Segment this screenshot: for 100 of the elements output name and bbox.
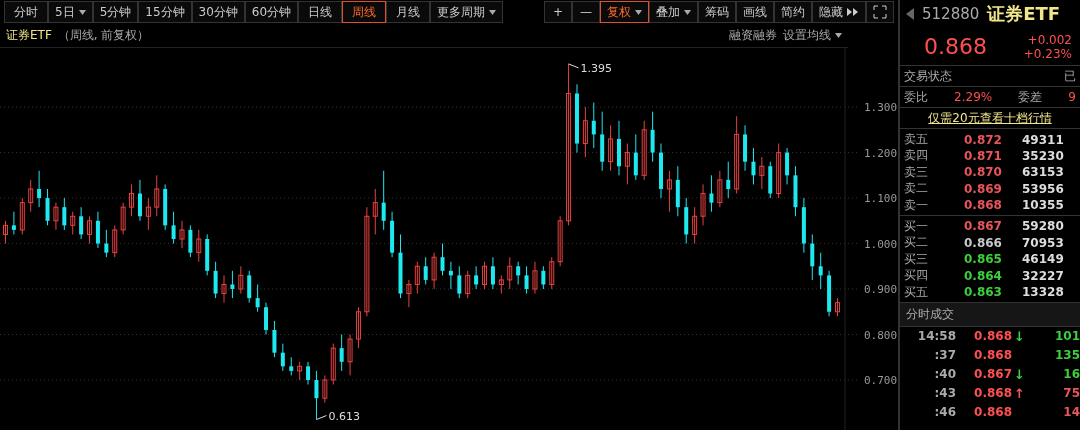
toolbar-button[interactable]: 复权 [600,1,649,23]
hide-button[interactable]: 隐藏 [812,1,866,23]
candle [238,265,244,295]
candle [306,361,311,385]
extreme-label: 1.395 [580,61,613,75]
candle [785,147,790,185]
period-tab[interactable]: 周线 [342,1,387,23]
ratio-label: 委比 [904,88,928,106]
candle [381,170,386,231]
status-label: 交易状态 [904,67,952,85]
candle [448,261,453,290]
trend-arrow: ↓ [1014,366,1024,382]
period-tab[interactable]: 更多周期 [430,1,504,23]
order-price: 0.865 [964,252,1003,267]
toolbar-button[interactable]: 叠加 [649,1,698,23]
level-label: 卖四 [904,147,929,165]
order-price: 0.868 [964,198,1003,213]
period-tab[interactable]: 分时 [4,1,48,23]
candle [53,202,59,231]
level-label: 买三 [904,250,929,268]
axis-label: 0.900 [864,283,898,296]
leader-line [315,415,327,421]
order-price: 0.863 [964,285,1003,299]
security-name: 证券ETF [6,27,52,44]
candle [666,170,672,213]
candle [95,211,100,249]
candle [641,120,647,181]
candle [230,270,235,299]
caret-icon [489,9,497,15]
candle [3,220,8,245]
candle [743,124,748,172]
trade-price: 0.868 [974,329,1012,344]
trade-volume: 16 [1062,367,1080,382]
toolbar-button[interactable]: 简约 [774,1,812,23]
back-arrow-icon[interactable] [906,8,914,20]
level-label: 卖五 [904,131,929,148]
period-tab[interactable]: 60分钟 [244,1,299,23]
level-label: 卖三 [904,163,929,181]
candle [79,206,84,240]
candle [297,361,303,381]
order-price: 0.866 [964,235,1003,250]
candle [507,256,513,290]
ratio-value: 2.29% [954,90,993,104]
candle [818,252,823,290]
fullscreen-button[interactable] [866,1,894,23]
candle [608,124,614,172]
order-volume: 32227 [1022,268,1065,283]
candle [709,174,714,213]
period-tab[interactable]: 月线 [386,1,431,23]
status-value: 已 [1064,67,1076,85]
candle [11,211,16,235]
candle [759,156,765,190]
candle [827,270,832,317]
candle [314,370,319,421]
last-price: 0.868 [924,34,987,59]
candle [726,161,731,199]
level-label: 买五 [904,283,929,301]
caret-icon [635,9,642,15]
price-change: +0.002 [1027,32,1072,47]
period-tab[interactable]: 日线 [298,1,343,23]
trend-arrow: ↓ [1014,328,1024,344]
order-volume: 59280 [1022,219,1065,234]
candle [330,343,336,385]
toolbar-button[interactable]: — [572,1,600,23]
candle [600,111,605,172]
candle [591,102,596,149]
candle [692,206,698,245]
toolbar-button[interactable]: + [544,1,572,23]
order-volume: 10355 [1022,198,1065,213]
candle [179,220,185,249]
axis-label: 0.800 [864,328,898,342]
toolbar-button[interactable]: 筹码 [698,1,736,23]
period-tab[interactable]: 5分钟 [92,1,139,23]
period-tab[interactable]: 15分钟 [138,1,192,23]
candle [247,270,252,304]
candle [498,274,504,295]
candle [532,261,538,295]
order-volume: 13328 [1022,285,1065,299]
trade-time: :37 [933,348,956,363]
candle [717,170,723,208]
order-volume: 35230 [1022,148,1065,163]
toolbar-button[interactable]: 画线 [736,1,774,23]
candle [700,183,706,226]
chart-link[interactable]: 设置均线 [783,27,842,44]
leader-line [568,63,580,69]
candle [87,215,93,245]
candle [129,183,135,217]
period-tab[interactable]: 5日 [48,1,93,23]
candle [617,120,621,176]
trade-time: :43 [933,386,956,401]
candle [171,211,176,245]
trade-volume: 101 [1053,329,1080,344]
candle [549,256,555,290]
candle [112,224,118,258]
order-price: 0.870 [964,165,1003,180]
promo-link[interactable]: 仅需20元查看十档行情 [928,109,1052,127]
chart-subtitle: （周线, 前复权） [57,27,150,44]
candle [62,197,67,231]
chart-link[interactable]: 融资融券 [729,27,777,44]
period-tab[interactable]: 30分钟 [191,1,245,23]
